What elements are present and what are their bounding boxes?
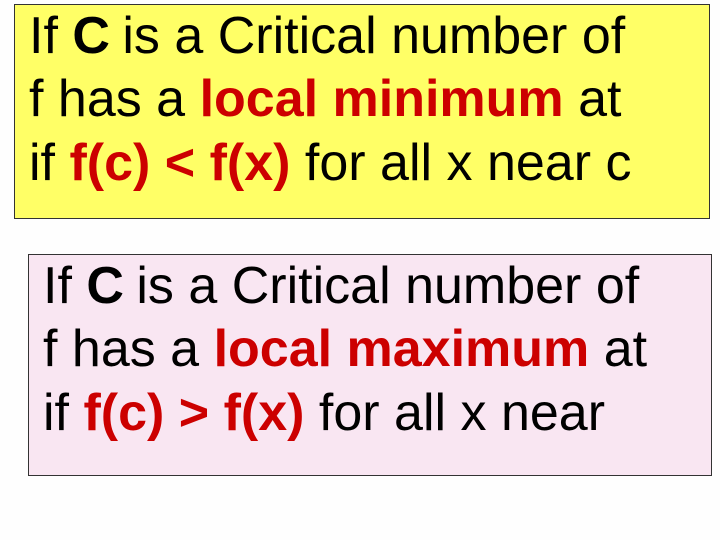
local-maximum-label: local maximum [214,320,590,378]
min-line-2: f has a local minimum at [29,68,701,131]
text: If [29,7,72,65]
text: is a Critical number of [122,257,639,315]
critical-c: C [86,257,122,315]
text: for all x near c [290,134,631,192]
min-line-3: if f(c) < f(x) for all x near c [29,132,701,195]
min-line-1: If C is a Critical number of [29,5,701,68]
text: f has a [43,320,214,378]
max-line-1: If C is a Critical number of [43,255,703,318]
text: if [29,134,69,192]
text: at [564,70,622,128]
max-line-3: if f(c) > f(x) for all x near [43,382,703,445]
local-minimum-label: local minimum [200,70,564,128]
text: if [43,384,83,442]
local-minimum-definition: If C is a Critical number of f has a loc… [14,4,710,219]
text: at [589,320,647,378]
min-inequality: f(c) < f(x) [69,134,290,192]
text: for all x near [304,384,605,442]
text: is a Critical number of [108,7,625,65]
max-line-2: f has a local maximum at [43,318,703,381]
text: f has a [29,70,200,128]
text: If [43,257,86,315]
local-maximum-definition: If C is a Critical number of f has a loc… [28,254,712,476]
critical-c: C [72,7,108,65]
max-inequality: f(c) > f(x) [83,384,304,442]
